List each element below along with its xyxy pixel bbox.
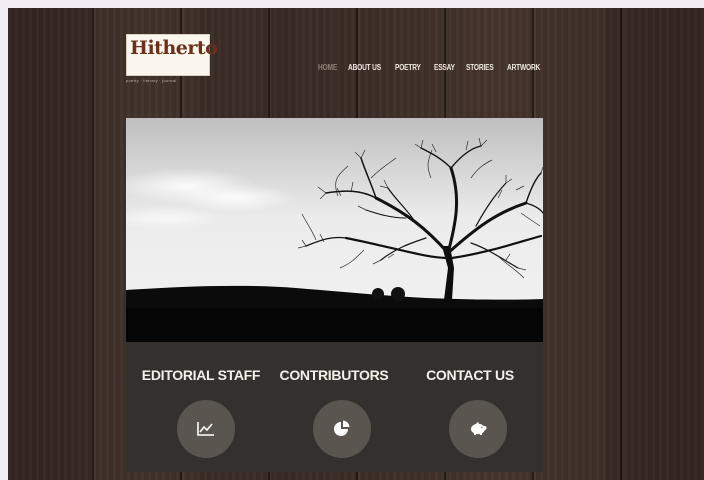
main-nav: HOME ABOUT US POETRY ESSAY STORIES ARTWO… xyxy=(318,63,547,72)
logo-text: Hitherto xyxy=(130,37,218,59)
nav-essay[interactable]: ESSAY xyxy=(434,63,455,72)
contributors-heading[interactable]: CONTRIBUTORS xyxy=(269,367,399,383)
nav-about-us[interactable]: ABOUT US xyxy=(348,63,381,72)
contact-us-button[interactable] xyxy=(449,400,507,458)
wood-plank xyxy=(8,8,92,480)
editorial-staff-button[interactable] xyxy=(177,400,235,458)
contact-us-heading[interactable]: CONTACT US xyxy=(405,367,535,383)
logo-tagline: poetry · literary · journal xyxy=(126,78,177,83)
nav-poetry[interactable]: POETRY xyxy=(395,63,421,72)
chart-line-icon xyxy=(197,422,214,436)
hero-image xyxy=(126,118,543,342)
wood-plank xyxy=(606,8,704,480)
contributors-button[interactable] xyxy=(313,400,371,458)
site-logo[interactable]: Hitherto xyxy=(126,34,218,76)
nav-home[interactable]: HOME xyxy=(318,63,337,72)
nav-stories[interactable]: STORIES xyxy=(466,63,494,72)
nav-artwork[interactable]: ARTWORK xyxy=(507,63,540,72)
editorial-staff-heading[interactable]: EDITORIAL STAFF xyxy=(136,367,266,383)
features-panel: EDITORIAL STAFF CONTRIBUTORS CONTACT US xyxy=(126,342,543,472)
tree-silhouette-image xyxy=(126,118,543,342)
pie-chart-icon xyxy=(334,420,350,436)
piggy-bank-icon xyxy=(471,421,487,435)
